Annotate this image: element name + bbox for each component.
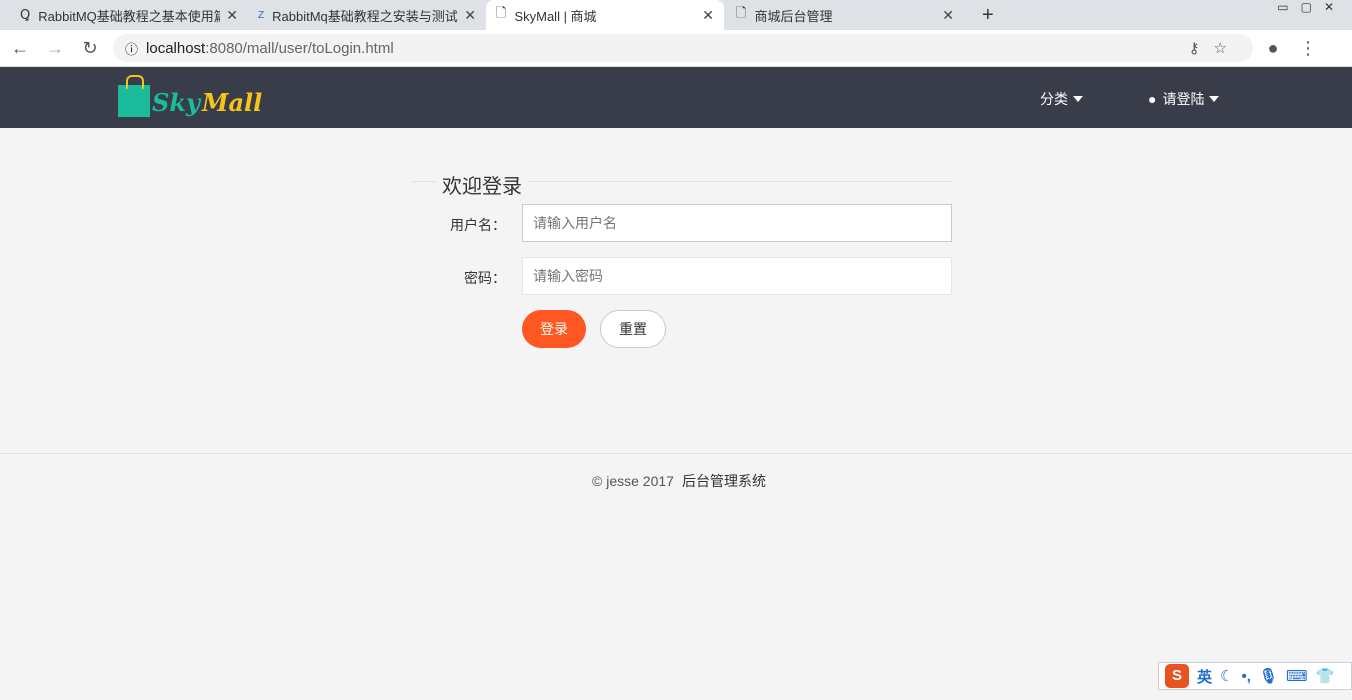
- tab-bar: Ꝗ RabbitMQ基础教程之基本使用篇 ✕ Z RabbitMq基础教程之安装与测试…: [0, 0, 1352, 30]
- info-icon: ⓘ: [125, 41, 139, 57]
- tab-admin[interactable]: 🗋 商城后台管理 ✕: [726, 0, 964, 30]
- username-label: 用户名：: [450, 217, 506, 233]
- username-input[interactable]: [522, 204, 952, 242]
- key-star-icons[interactable]: ⚷☆: [1189, 39, 1241, 57]
- password-label: 密码：: [464, 270, 506, 286]
- tab-skymall[interactable]: 🗋 SkyMall | 商城 ✕: [486, 0, 724, 30]
- footer-divider: [0, 453, 1352, 454]
- tab-rabbitmq-usage[interactable]: Ꝗ RabbitMQ基础教程之基本使用篇 ✕: [10, 0, 248, 30]
- caret-down-icon: [1073, 96, 1083, 102]
- close-tab-icon[interactable]: ✕: [226, 7, 238, 24]
- reload-icon[interactable]: ↻: [75, 38, 105, 59]
- login-button[interactable]: 登录: [522, 310, 586, 348]
- form-title: 欢迎登录: [412, 170, 952, 199]
- mic-icon[interactable]: 🎙: [1259, 667, 1278, 685]
- admin-link[interactable]: 后台管理系统: [682, 473, 766, 489]
- back-icon[interactable]: ←: [5, 38, 35, 59]
- close-tab-icon[interactable]: ✕: [702, 7, 714, 24]
- punctuation-icon[interactable]: •,: [1241, 668, 1250, 685]
- account-icon[interactable]: ●: [1258, 38, 1288, 59]
- user-icon: ●: [1148, 91, 1157, 107]
- url-input[interactable]: ⓘ localhost:8080/mall/user/toLogin.html ⚷…: [113, 34, 1253, 62]
- page-icon: 🗋: [736, 5, 747, 20]
- close-tab-icon[interactable]: ✕: [942, 7, 954, 24]
- footer: © jesse 2017 后台管理系统: [592, 473, 766, 489]
- logo[interactable]: Sky Mall: [118, 75, 262, 117]
- reset-button[interactable]: 重置: [600, 310, 666, 348]
- shirt-icon[interactable]: 👕: [1316, 667, 1335, 685]
- site-header: Sky Mall 分类 ● 请登陆: [0, 67, 1352, 128]
- caret-down-icon: [1209, 96, 1220, 102]
- shopping-bag-icon: [118, 75, 150, 117]
- tab-favicon-icon: Z: [258, 9, 265, 21]
- menu-icon[interactable]: ⋮: [1293, 38, 1323, 59]
- keyboard-icon[interactable]: ⌨: [1286, 667, 1308, 685]
- tab-favicon-icon: Ꝗ: [20, 7, 31, 22]
- forward-icon[interactable]: →: [40, 38, 70, 59]
- category-menu[interactable]: 分类: [1040, 89, 1083, 109]
- new-tab-button[interactable]: +: [972, 0, 1004, 30]
- window-controls[interactable]: ▭▢✕: [1277, 0, 1346, 14]
- moon-icon[interactable]: ☾: [1220, 667, 1233, 685]
- address-bar-row: ← → ↻ ⓘ localhost:8080/mall/user/toLogin.…: [0, 30, 1352, 67]
- password-input[interactable]: [522, 257, 952, 295]
- page-icon: 🗋: [496, 5, 507, 20]
- tab-rabbitmq-install[interactable]: Z RabbitMq基础教程之安装与测试 ✕: [248, 0, 486, 30]
- ime-toolbar[interactable]: S 英 ☾ •, 🎙 ⌨ 👕: [1158, 662, 1352, 690]
- login-menu[interactable]: ● 请登陆: [1148, 89, 1220, 109]
- close-tab-icon[interactable]: ✕: [464, 7, 476, 24]
- sogou-logo: S: [1165, 664, 1189, 688]
